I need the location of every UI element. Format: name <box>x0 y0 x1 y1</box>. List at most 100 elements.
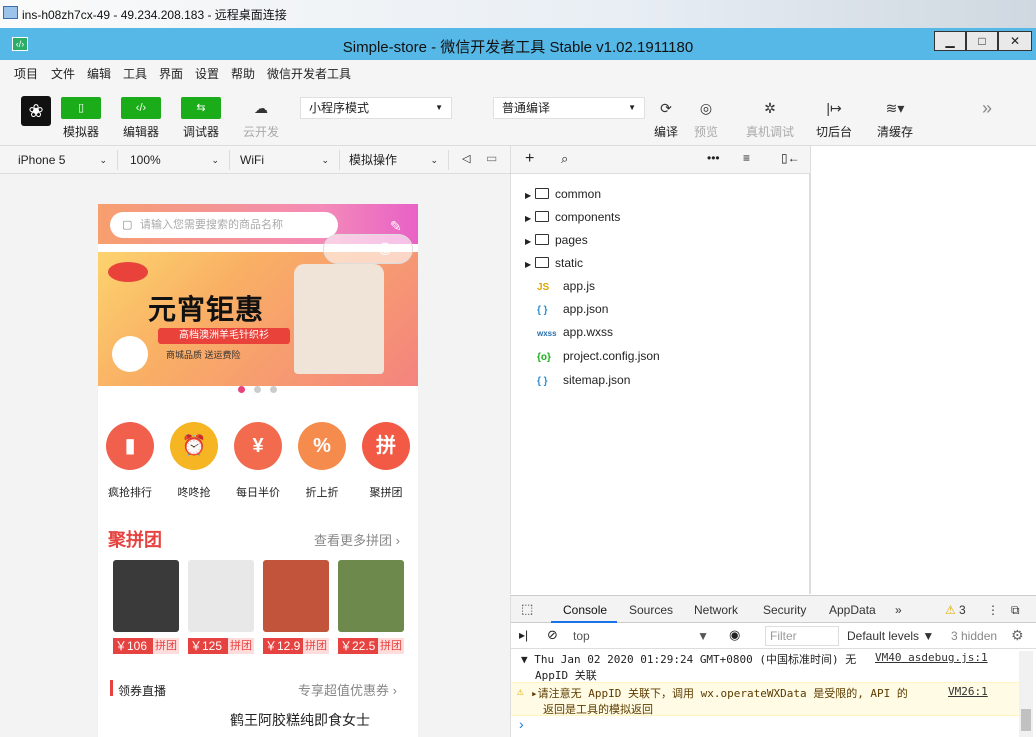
calendar-yuan-icon[interactable]: ¥ <box>234 422 282 470</box>
log-source-link[interactable]: VM40 asdebug.js:1 <box>875 651 988 664</box>
warning-entry[interactable]: ⚠ ▸请注意无 AppID 关联下，调用 wx.operateWXData 是受… <box>511 682 1019 716</box>
network-select[interactable]: WiFi ⌄ <box>232 150 340 170</box>
more-dots-icon[interactable]: ••• <box>707 151 720 165</box>
editor-pane[interactable] <box>810 146 1036 594</box>
simulator-toggle-icon[interactable]: ▯ <box>61 97 101 119</box>
inspect-icon[interactable]: ⬚ <box>521 601 533 617</box>
scrollbar-thumb[interactable] <box>1021 709 1031 731</box>
alarm-clock-icon[interactable]: ⏰ <box>170 422 218 470</box>
group-more-link[interactable]: 查看更多拼团 › <box>314 530 400 549</box>
eye-icon[interactable]: ◎ <box>694 97 718 119</box>
refresh-icon[interactable]: ⟳ <box>654 97 678 119</box>
product-image[interactable] <box>263 560 329 632</box>
menu-edit[interactable]: 编辑 <box>87 65 111 82</box>
category-label[interactable]: 咚咚抢 <box>164 484 224 500</box>
kebab-icon[interactable]: ⋮ <box>987 603 999 617</box>
switch-background-icon[interactable]: |↦ <box>822 97 846 119</box>
search-icon[interactable]: ⌕ <box>561 151 568 167</box>
group-buy-icon[interactable]: 拼 <box>362 422 410 470</box>
warning-source-link[interactable]: VM26:1 <box>948 685 988 698</box>
device-select[interactable]: iPhone 5 ⌄ <box>10 150 118 170</box>
category-label[interactable]: 聚拼团 <box>356 484 416 500</box>
rank-icon[interactable]: ▮ <box>106 422 154 470</box>
layers-icon[interactable]: ≋▾ <box>880 97 910 119</box>
context-select[interactable]: top ▼ <box>573 626 715 646</box>
bug-icon[interactable]: ✲ <box>758 97 782 119</box>
promo-banner[interactable]: 元宵钜惠 高档澳洲羊毛针织衫 商城品质 送运费险 <box>98 252 418 386</box>
sidebar-toggle-icon[interactable]: ▸| <box>519 628 528 642</box>
product-price[interactable]: ￥22.5 拼团 <box>338 638 404 654</box>
warning-icon[interactable]: ⚠ <box>945 603 956 617</box>
carousel-dot[interactable] <box>270 386 277 393</box>
carousel-dot-active[interactable] <box>238 386 245 393</box>
zoom-select[interactable]: 100% ⌄ <box>122 150 230 170</box>
mini-program-capsule[interactable]: ●● ◉ <box>323 234 413 264</box>
avatar[interactable]: ❀ <box>21 96 51 126</box>
menu-file[interactable]: 文件 <box>51 65 75 82</box>
add-icon[interactable]: + <box>525 150 534 168</box>
tab-appdata[interactable]: AppData <box>829 603 876 617</box>
clear-cache-label[interactable]: 清缓存 <box>870 123 920 140</box>
message-icon[interactable]: ✎ <box>390 218 402 235</box>
live-item-title[interactable]: 鹤王阿胶糕纯即食女士 <box>230 710 370 730</box>
minimize-button[interactable]: ▁ <box>934 31 966 51</box>
menu-tools[interactable]: 工具 <box>123 65 147 82</box>
maximize-button[interactable]: □ <box>966 31 998 51</box>
product-price[interactable]: ￥106 拼团 <box>113 638 179 654</box>
operation-select[interactable]: 模拟操作 ⌄ <box>341 150 449 170</box>
live-more-link[interactable]: 专享超值优惠券 › <box>298 680 397 699</box>
sidebar-toggle-icon[interactable]: ▯← <box>781 151 800 165</box>
product-image[interactable] <box>188 560 254 632</box>
menu-project[interactable]: 项目 <box>14 65 38 82</box>
gear-icon[interactable]: ⚙ <box>1011 627 1024 644</box>
undock-icon[interactable]: ⧉ <box>1011 603 1020 618</box>
category-label[interactable]: 折上折 <box>292 484 352 500</box>
tab-console[interactable]: Console <box>563 603 607 617</box>
product-image[interactable] <box>338 560 404 632</box>
carousel-dot[interactable] <box>254 386 261 393</box>
product-price[interactable]: ￥12.9 拼团 <box>263 638 329 654</box>
folder-static[interactable]: ▶ static <box>525 253 583 273</box>
cloud-label[interactable]: 云开发 <box>236 123 286 140</box>
console-prompt[interactable]: › <box>519 716 524 732</box>
file-project-config[interactable]: {o} project.config.json <box>537 346 660 366</box>
category-label[interactable]: 疯抢排行 <box>100 484 160 500</box>
capsule-close-icon[interactable]: ◉ <box>378 238 392 258</box>
clear-console-icon[interactable]: ⊘ <box>547 627 558 643</box>
debugger-toggle-icon[interactable]: ⇆ <box>181 97 221 119</box>
more-icon[interactable]: » <box>975 97 999 119</box>
folder-common[interactable]: ▶ common <box>525 184 601 204</box>
file-app-wxss[interactable]: wxss app.wxss <box>537 322 613 342</box>
product-price[interactable]: ￥125 拼团 <box>188 638 254 654</box>
tab-security[interactable]: Security <box>763 603 806 617</box>
search-input[interactable]: ▢ 请输入您需要搜索的商品名称 <box>110 212 338 238</box>
discount-tag-icon[interactable]: % <box>298 422 346 470</box>
menu-settings[interactable]: 设置 <box>195 65 219 82</box>
more-dots-icon[interactable]: ●● <box>336 241 351 255</box>
levels-select[interactable]: Default levels ▼ <box>847 629 934 643</box>
log-entry[interactable]: ▼ Thu Jan 02 2020 01:29:24 GMT+0800 (中国标… <box>521 651 1021 683</box>
tab-network[interactable]: Network <box>694 603 738 617</box>
cloud-icon[interactable]: ☁ <box>249 97 273 119</box>
console-scrollbar[interactable] <box>1019 651 1033 737</box>
mode-select[interactable]: 小程序模式 ▼ <box>300 97 452 119</box>
background-label[interactable]: 切后台 <box>808 123 860 140</box>
detach-icon[interactable]: ▭ <box>486 151 497 165</box>
warning-count[interactable]: 3 <box>959 603 966 617</box>
menu-interface[interactable]: 界面 <box>159 65 183 82</box>
close-button[interactable]: ✕ <box>998 31 1032 51</box>
tabs-overflow-icon[interactable]: » <box>895 603 902 617</box>
collapse-icon[interactable]: ≡ <box>743 151 750 165</box>
simulator-label[interactable]: 模拟器 <box>56 123 106 140</box>
remote-debug-label[interactable]: 真机调试 <box>740 123 800 140</box>
volume-icon[interactable]: ◁ <box>462 152 470 165</box>
file-app-js[interactable]: JS app.js <box>537 276 595 296</box>
file-sitemap-json[interactable]: { } sitemap.json <box>537 370 630 390</box>
preview-label[interactable]: 预览 <box>684 123 728 140</box>
product-image[interactable] <box>113 560 179 632</box>
debugger-label[interactable]: 调试器 <box>176 123 226 140</box>
eye-icon[interactable]: ◉ <box>729 627 740 643</box>
folder-components[interactable]: ▶ components <box>525 207 620 227</box>
folder-pages[interactable]: ▶ pages <box>525 230 588 250</box>
menu-wechat-devtools[interactable]: 微信开发者工具 <box>267 65 351 82</box>
